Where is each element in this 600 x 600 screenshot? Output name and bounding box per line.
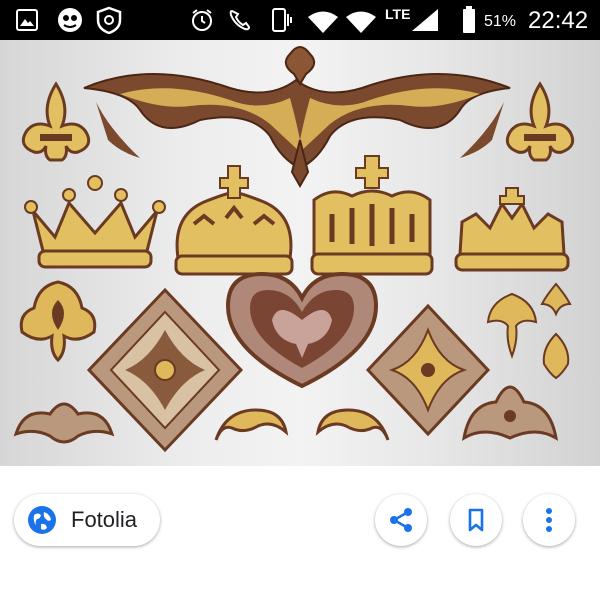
globe-icon [28, 506, 56, 534]
leaf-ornament-1 [486, 292, 538, 359]
clock: 22:42 [528, 7, 589, 34]
alarm-icon [192, 9, 212, 31]
bottom-action-bar: Fotolia [0, 466, 600, 600]
ornament-small-left [19, 280, 97, 363]
crown-4 [454, 187, 570, 272]
status-bar: LTE 51% 22:42 [0, 0, 600, 40]
fleur-de-lis-right [505, 82, 575, 162]
call-icon [229, 9, 251, 31]
wifi-icon [346, 11, 376, 33]
share-button[interactable] [375, 494, 427, 546]
search-result-image[interactable] [0, 40, 600, 466]
bottom-scroll-left [214, 408, 289, 441]
crown-1 [24, 175, 166, 269]
share-icon [390, 508, 412, 532]
crown-3 [310, 155, 434, 276]
bookmark-icon [468, 508, 484, 532]
network-label: LTE [385, 6, 411, 22]
signal-icon [412, 9, 438, 31]
more-vert-icon [546, 508, 552, 532]
top-scroll-ornament [83, 46, 511, 189]
ornament-diamond-left [86, 287, 244, 453]
source-chip[interactable]: Fotolia [14, 494, 160, 546]
more-options-button[interactable] [523, 494, 575, 546]
ornament-diamond-right [365, 303, 491, 437]
bottom-ornament-right [461, 385, 559, 441]
app-icon [58, 8, 82, 32]
shield-icon [96, 6, 122, 34]
battery-icon [463, 6, 475, 33]
vibrate-icon [272, 8, 292, 32]
crown-2 [174, 165, 294, 276]
gallery-icon [16, 9, 38, 31]
source-name: Fotolia [71, 507, 138, 532]
heart-ornament [225, 271, 379, 389]
ornament-illustration [13, 46, 575, 453]
bottom-scroll-right [315, 408, 390, 441]
wifi-calling-icon [308, 11, 338, 33]
bottom-ornament-left [13, 402, 115, 444]
leaf-ornament-3 [542, 332, 570, 380]
leaf-ornament-2 [540, 282, 572, 317]
battery-percent: 51% [484, 13, 517, 30]
bookmark-button[interactable] [450, 494, 502, 546]
fleur-de-lis-left [21, 82, 91, 162]
